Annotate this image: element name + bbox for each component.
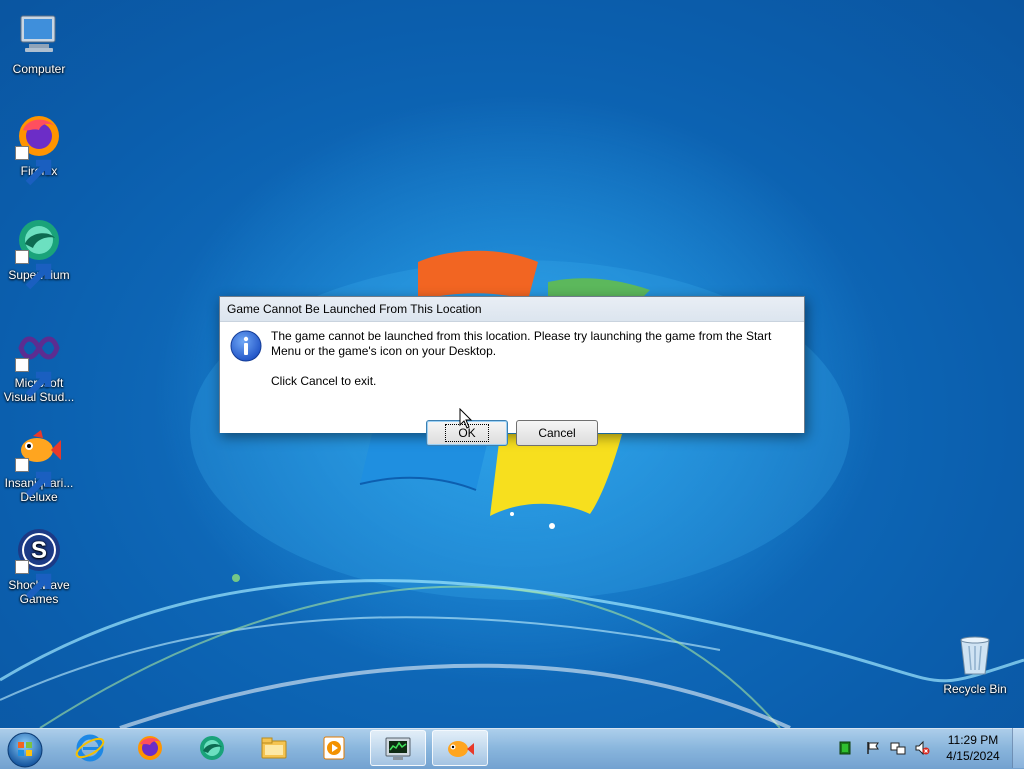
shortcut-arrow-icon bbox=[15, 250, 52, 290]
media-player-icon bbox=[323, 736, 345, 760]
action-center-flag-icon[interactable] bbox=[865, 740, 881, 756]
network-status-icon[interactable] bbox=[837, 740, 853, 756]
shortcut-arrow-icon bbox=[15, 146, 52, 186]
internet-explorer-icon bbox=[75, 734, 105, 762]
network-icon[interactable] bbox=[890, 740, 906, 756]
visual-studio-icon bbox=[15, 324, 63, 398]
clock-date: 4/15/2024 bbox=[946, 749, 1000, 763]
shockwave-icon: S bbox=[15, 526, 63, 600]
taskbar-supermium[interactable] bbox=[184, 730, 240, 766]
recycle-bin-icon bbox=[951, 630, 999, 678]
shortcut-arrow-icon bbox=[15, 560, 52, 600]
info-icon bbox=[230, 330, 262, 362]
desktop-icon-recycle-bin[interactable]: Recycle Bin bbox=[937, 630, 1013, 696]
start-button[interactable] bbox=[6, 731, 44, 769]
show-desktop-button[interactable] bbox=[1012, 728, 1024, 768]
mouse-cursor-icon bbox=[459, 408, 473, 429]
dialog-title: Game Cannot Be Launched From This Locati… bbox=[220, 297, 804, 322]
insaniquarium-icon bbox=[448, 741, 474, 757]
dialog-message-line: The game cannot be launched from this lo… bbox=[271, 329, 772, 343]
volume-muted-icon[interactable] bbox=[914, 740, 930, 756]
desktop-icon-shockwave[interactable]: S Shockwave Games bbox=[1, 526, 77, 606]
file-explorer-icon bbox=[261, 737, 287, 759]
desktop-icon-insaniquarium[interactable]: Insaniquari... Deluxe bbox=[1, 424, 77, 504]
taskbar-firefox[interactable] bbox=[122, 730, 178, 766]
insaniquarium-icon bbox=[15, 424, 63, 498]
taskbar-insaniquarium[interactable] bbox=[432, 730, 488, 766]
dialog-message-line: Click Cancel to exit. bbox=[271, 374, 377, 388]
supermium-icon bbox=[200, 736, 224, 760]
cancel-button-label: Cancel bbox=[538, 426, 576, 440]
message-dialog: Game Cannot Be Launched From This Locati… bbox=[219, 296, 805, 446]
firefox-icon bbox=[15, 112, 63, 186]
desktop-icon-visual-studio[interactable]: Microsoft Visual Stud... bbox=[1, 324, 77, 404]
computer-icon bbox=[15, 10, 63, 58]
desktop-icon-label: Computer bbox=[12, 62, 66, 76]
desktop-icon-label: Recycle Bin bbox=[943, 682, 1007, 696]
cancel-button[interactable]: Cancel bbox=[516, 420, 598, 446]
dialog-body: The game cannot be launched from this lo… bbox=[220, 322, 804, 446]
desktop-icon-firefox[interactable]: Firefox bbox=[1, 112, 77, 186]
shortcut-arrow-icon bbox=[15, 458, 52, 498]
taskbar-task-manager[interactable] bbox=[370, 730, 426, 766]
svg-text:S: S bbox=[31, 537, 47, 564]
task-manager-icon bbox=[385, 737, 411, 760]
taskbar-internet-explorer[interactable] bbox=[62, 730, 118, 766]
desktop-icon-supermium[interactable]: Supermium bbox=[1, 216, 77, 290]
taskbar-media-player[interactable] bbox=[306, 730, 362, 766]
system-clock[interactable]: 11:29 PM 4/15/2024 bbox=[937, 732, 1009, 764]
supermium-icon bbox=[15, 216, 63, 290]
firefox-icon bbox=[138, 736, 162, 760]
desktop-icon-computer[interactable]: Computer bbox=[1, 10, 77, 76]
taskbar-file-explorer[interactable] bbox=[246, 730, 302, 766]
dialog-message-line: Menu or the game's icon on your Desktop. bbox=[271, 344, 497, 358]
shortcut-arrow-icon bbox=[15, 358, 52, 398]
clock-time: 11:29 PM bbox=[947, 733, 999, 747]
dialog-message: The game cannot be launched from this lo… bbox=[271, 329, 796, 389]
